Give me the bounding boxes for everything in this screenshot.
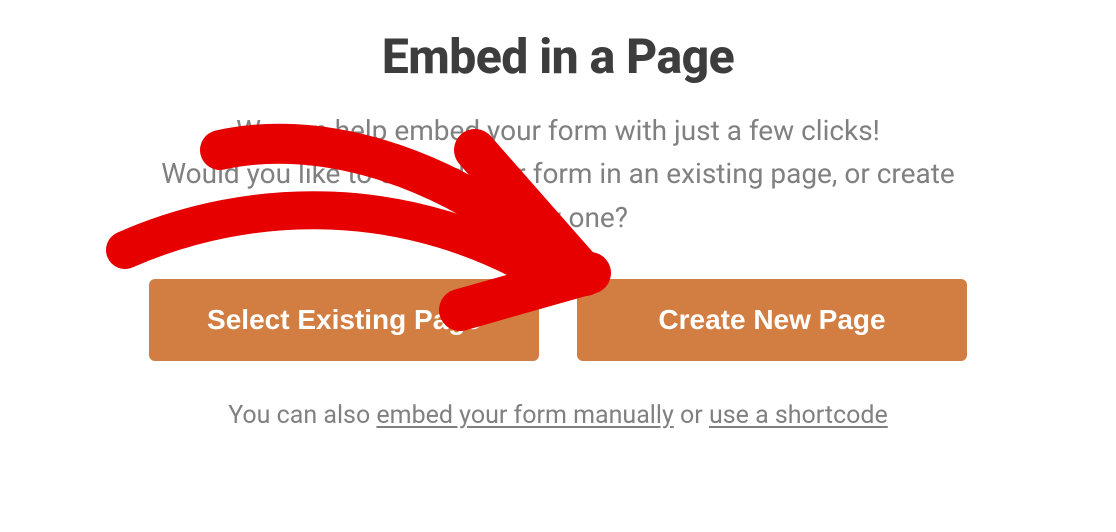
- dialog-description: We can help embed your form with just a …: [0, 109, 1116, 239]
- create-new-page-label: Create New Page: [658, 304, 885, 336]
- description-line-1: We can help embed your form with just a …: [236, 114, 880, 147]
- dialog-title: Embed in a Page: [0, 28, 1116, 85]
- use-shortcode-link[interactable]: use a shortcode: [709, 401, 888, 430]
- button-row: Select Existing Page Create New Page: [0, 279, 1116, 361]
- description-line-3: a new one?: [488, 201, 628, 234]
- embed-dialog: Embed in a Page We can help embed your f…: [0, 0, 1116, 532]
- description-line-2: Would you like to embed your form in an …: [161, 157, 954, 190]
- footer-text: You can also embed your form manually or…: [0, 401, 1116, 430]
- embed-manually-link[interactable]: embed your form manually: [376, 401, 673, 430]
- create-new-page-button[interactable]: Create New Page: [577, 279, 967, 361]
- footer-middle: or: [674, 401, 709, 430]
- select-existing-page-button[interactable]: Select Existing Page: [149, 279, 539, 361]
- select-existing-page-label: Select Existing Page: [207, 304, 481, 336]
- footer-prefix: You can also: [228, 401, 376, 430]
